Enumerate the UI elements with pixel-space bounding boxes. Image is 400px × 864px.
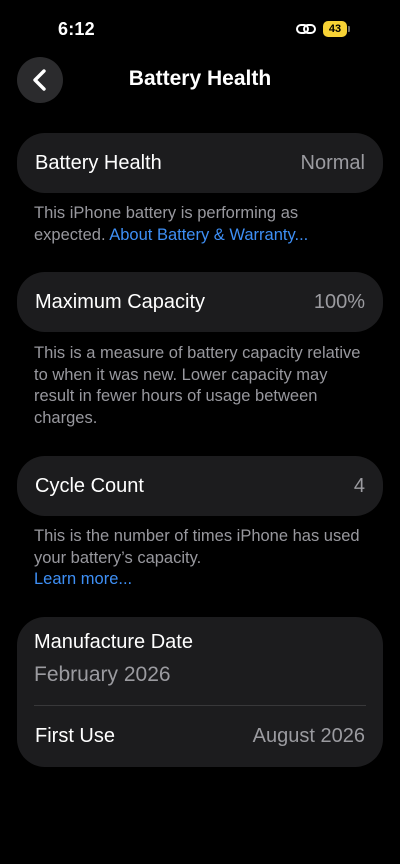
maximum-capacity-card: Maximum Capacity 100% bbox=[17, 272, 383, 332]
about-battery-warranty-link[interactable]: About Battery & Warranty... bbox=[109, 226, 308, 244]
battery-icon: 43 bbox=[323, 21, 351, 37]
manufacture-date-label: Manufacture Date bbox=[34, 631, 193, 653]
first-use-value: August 2026 bbox=[252, 724, 365, 747]
battery-health-footnote: This iPhone battery is performing as exp… bbox=[34, 203, 370, 246]
maximum-capacity-value: 100% bbox=[313, 290, 365, 313]
status-time: 6:12 bbox=[58, 19, 95, 39]
page-title: Battery Health bbox=[128, 67, 272, 90]
maximum-capacity-label: Maximum Capacity bbox=[35, 290, 206, 313]
first-use-row: First Use August 2026 bbox=[17, 706, 383, 766]
battery-health-row: Battery Health Normal bbox=[17, 133, 383, 193]
maximum-capacity-row: Maximum Capacity 100% bbox=[17, 272, 383, 332]
cycle-count-card: Cycle Count 4 bbox=[17, 456, 383, 516]
first-use-label: First Use bbox=[35, 724, 115, 747]
battery-health-label: Battery Health bbox=[35, 151, 162, 174]
nav-bar: Battery Health bbox=[0, 56, 400, 104]
battery-level: 43 bbox=[323, 21, 347, 37]
manufacture-date-value: February 2026 bbox=[34, 663, 171, 686]
cycle-count-value: 4 bbox=[353, 474, 365, 497]
battery-cap bbox=[348, 26, 350, 32]
cycle-count-row: Cycle Count 4 bbox=[17, 456, 383, 516]
dates-card: Manufacture Date February 2026 First Use… bbox=[17, 617, 383, 767]
battery-health-card: Battery Health Normal bbox=[17, 133, 383, 193]
battery-health-screen: 6:12 43 Battery Health Battery Health No… bbox=[0, 0, 400, 864]
status-bar: 6:12 43 bbox=[0, 0, 400, 52]
maximum-capacity-footnote: This is a measure of battery capacity re… bbox=[34, 344, 361, 427]
learn-more-link[interactable]: Learn more... bbox=[34, 570, 132, 588]
cycle-count-label: Cycle Count bbox=[35, 474, 144, 497]
cycle-count-footnote: This is the number of times iPhone has u… bbox=[34, 526, 370, 591]
link-icon bbox=[296, 24, 316, 34]
battery-health-value: Normal bbox=[300, 151, 365, 174]
cycle-count-footnote-text: This is the number of times iPhone has u… bbox=[34, 527, 360, 567]
